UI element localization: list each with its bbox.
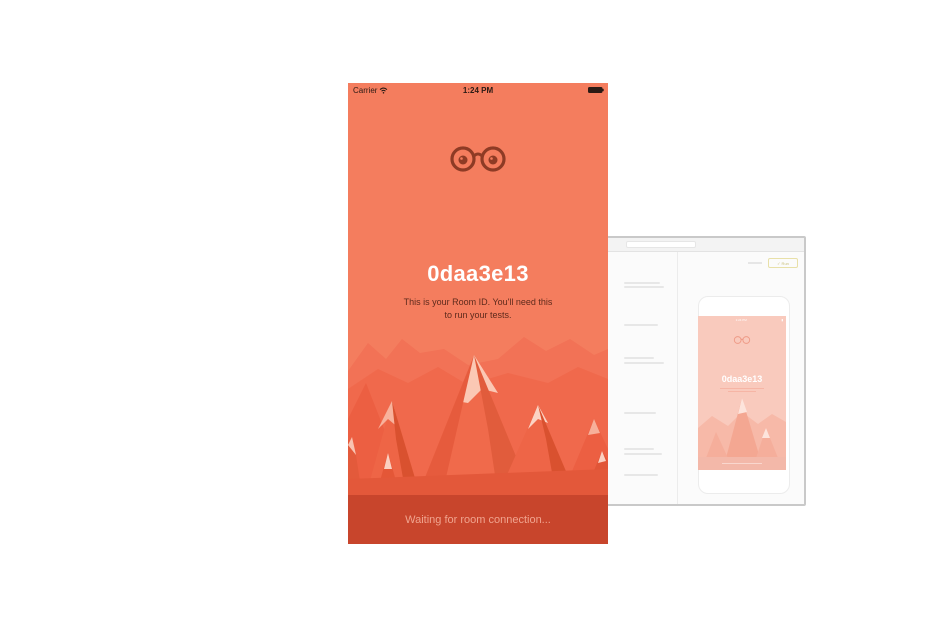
mini-footer-bar xyxy=(698,457,786,470)
connection-status-text: Waiting for room connection... xyxy=(405,513,551,526)
browser-toolbar-hint xyxy=(748,262,762,264)
mini-phone-screen: 1:24 PM ▮ 0daa3e13 xyxy=(698,316,786,470)
phone-screen: Carrier 1:24 PM 0daa3e13 This is your Ro… xyxy=(348,83,608,544)
binoculars-icon xyxy=(450,146,506,172)
battery-icon xyxy=(588,87,604,93)
status-time: 1:24 PM xyxy=(462,86,494,95)
room-id: 0daa3e13 xyxy=(427,261,529,286)
room-description-line-1: This is your Room ID. You'll need this xyxy=(403,297,553,307)
run-button[interactable]: ✓ Run xyxy=(768,258,798,268)
status-bar: Carrier 1:24 PM xyxy=(348,83,608,99)
mini-room-id: 0daa3e13 xyxy=(721,374,763,384)
mini-mountains-illustration xyxy=(698,398,786,458)
browser-url-bar xyxy=(626,241,696,248)
browser-titlebar xyxy=(608,238,804,252)
mini-battery-icon: ▮ xyxy=(781,318,783,322)
connection-status-bar: Waiting for room connection... xyxy=(348,495,608,544)
browser-sidebar xyxy=(608,252,678,504)
mini-status-bar: 1:24 PM ▮ xyxy=(701,318,783,322)
mini-time: 1:24 PM xyxy=(735,318,747,322)
mini-binoculars-icon xyxy=(733,336,751,344)
mountains-illustration xyxy=(348,337,608,495)
